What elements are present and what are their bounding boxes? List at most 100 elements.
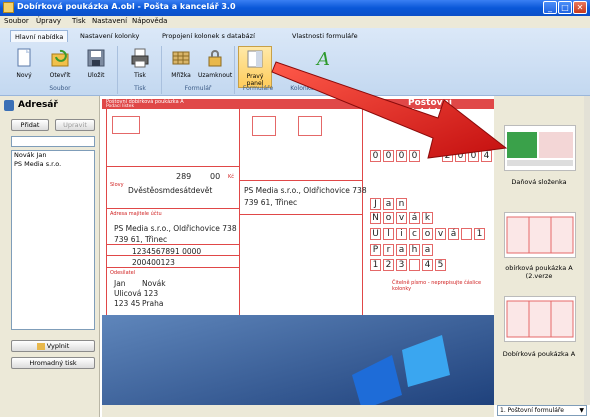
amount-value[interactable]: 289 xyxy=(176,172,191,181)
grid-cell[interactable] xyxy=(409,259,420,271)
variable-symbol[interactable]: 200400123 xyxy=(132,258,175,267)
minimize-button[interactable]: _ xyxy=(543,1,557,14)
lock-button[interactable]: Uzamknout xyxy=(198,46,232,88)
addressee-city[interactable]: 739 61, Třinec xyxy=(114,235,167,244)
grid-cell[interactable]: k xyxy=(422,212,433,224)
edit-contact-button[interactable]: Upravit xyxy=(55,119,95,131)
amount-words[interactable]: Dvěstěosmdesátdevět xyxy=(128,186,212,195)
grid-cell[interactable]: v xyxy=(435,228,446,240)
svg-text:A: A xyxy=(315,49,330,68)
grid-cell[interactable]: 0 xyxy=(396,150,407,162)
ribbon-separator xyxy=(161,46,162,94)
grid-cell[interactable]: l xyxy=(383,228,394,240)
group-forms: Formuláře xyxy=(242,85,274,92)
amount-cents[interactable]: 00 xyxy=(210,172,220,181)
grid-cell[interactable]: 3 xyxy=(396,259,407,271)
grid-cell[interactable]: o xyxy=(383,212,394,224)
horizontal-scrollbar[interactable] xyxy=(102,405,494,417)
form-line xyxy=(106,208,239,209)
bulk-print-button[interactable]: Hromadný tisk xyxy=(11,357,95,369)
grid-cell[interactable]: 2 xyxy=(383,259,394,271)
grid-cell[interactable]: a xyxy=(422,244,433,256)
grid-cell[interactable]: á xyxy=(448,228,459,240)
form-category-select[interactable]: 1. Poštovní formuláře ▼ xyxy=(497,405,587,416)
kc-label: Kč xyxy=(228,174,235,180)
maximize-button[interactable]: □ xyxy=(558,1,572,14)
form-header-left-sub: Podací lístek xyxy=(106,104,135,109)
grid-cell[interactable]: v xyxy=(396,212,407,224)
grid-cell[interactable]: o xyxy=(422,228,433,240)
grid-cell[interactable]: r xyxy=(383,244,394,256)
grid-cell[interactable]: 0 xyxy=(370,150,381,162)
sender-street[interactable]: Ulicová 123 xyxy=(114,289,158,298)
group-field: Kolonka xyxy=(290,85,314,92)
new-button[interactable]: Nový xyxy=(7,46,41,88)
middle-city[interactable]: 739 61, Třinec xyxy=(244,198,297,207)
grid-cell[interactable]: 5 xyxy=(435,259,446,271)
text-field-button[interactable]: A xyxy=(306,46,340,88)
print-button[interactable]: Tisk xyxy=(123,46,157,88)
form-thumbnail[interactable] xyxy=(504,125,576,171)
ribbon-separator xyxy=(117,46,118,94)
form-thumbnail[interactable] xyxy=(504,296,576,342)
grid-cell[interactable]: N xyxy=(370,212,381,224)
grid-cell[interactable]: a xyxy=(383,198,394,210)
tab-form-properties[interactable]: Vlastnosti formuláře xyxy=(288,30,362,42)
grid-cell[interactable]: h xyxy=(409,244,420,256)
open-button[interactable]: Otevřít xyxy=(43,46,77,88)
grid-cell[interactable] xyxy=(461,228,472,240)
grid-cell[interactable]: 2 xyxy=(442,150,453,162)
open-icon xyxy=(50,48,70,68)
fill-button[interactable]: Vyplnit xyxy=(11,340,95,352)
sender-city[interactable]: Praha xyxy=(142,299,163,308)
grid-cell[interactable]: J xyxy=(370,198,381,210)
new-label: Nový xyxy=(16,72,32,79)
tab-main[interactable]: Hlavní nabídka xyxy=(10,30,69,42)
menu-settings[interactable]: Nastavení xyxy=(92,17,127,25)
tab-field-settings[interactable]: Nastavení kolonky xyxy=(76,30,143,42)
sender-zip[interactable]: 123 45 xyxy=(114,299,140,308)
list-item[interactable]: Novák Jan xyxy=(12,151,94,160)
grid-cell[interactable]: 0 xyxy=(455,150,466,162)
menu-file[interactable]: Soubor xyxy=(4,17,29,25)
save-button[interactable]: Uložit xyxy=(79,46,113,88)
menu-edit[interactable]: Úpravy xyxy=(36,17,61,25)
lock-icon xyxy=(205,48,225,68)
form-line xyxy=(106,166,239,167)
close-button[interactable]: ✕ xyxy=(573,1,587,14)
postal-form[interactable]: Poštovní dobírková poukázka A Podací lís… xyxy=(102,96,494,315)
grid-cell[interactable]: 1 xyxy=(474,228,485,240)
vertical-scrollbar[interactable] xyxy=(584,96,590,405)
group-file: Soubor xyxy=(49,85,71,92)
grid-cell[interactable]: á xyxy=(409,212,420,224)
grid-cell[interactable]: i xyxy=(396,228,407,240)
right-panel-button[interactable]: Pravý panel xyxy=(238,46,272,88)
menu-print[interactable]: Tisk xyxy=(72,17,86,25)
grid-cell[interactable]: 0 xyxy=(409,150,420,162)
middle-company[interactable]: PS Media s.r.o., Oldřichovice 738 xyxy=(244,186,367,195)
grid-cell[interactable]: 4 xyxy=(481,150,492,162)
grid-cell[interactable]: n xyxy=(396,198,407,210)
grid-cell[interactable]: U xyxy=(370,228,381,240)
sender-last-name[interactable]: Novák xyxy=(142,279,166,288)
grid-button[interactable]: Mřížka xyxy=(164,46,198,88)
grid-cell[interactable]: 1 xyxy=(370,259,381,271)
contact-list[interactable]: Novák Jan PS Media s.r.o. xyxy=(11,150,95,330)
form-thumbnail[interactable] xyxy=(504,212,576,258)
contact-search-input[interactable] xyxy=(11,136,95,147)
add-contact-button[interactable]: Přidat xyxy=(11,119,49,131)
addressee-label: Adresa majitele účtu xyxy=(110,211,162,217)
grid-cell[interactable]: c xyxy=(409,228,420,240)
form-line xyxy=(106,267,239,268)
list-item[interactable]: PS Media s.r.o. xyxy=(12,160,94,169)
grid-cell[interactable]: 4 xyxy=(422,259,433,271)
sender-first-name[interactable]: Jan xyxy=(114,279,126,288)
menu-help[interactable]: Nápověda xyxy=(132,17,167,25)
grid-cell[interactable]: 0 xyxy=(468,150,479,162)
addressee-company[interactable]: PS Media s.r.o., Oldřichovice 738 xyxy=(114,224,237,233)
form-line xyxy=(239,214,362,215)
grid-cell[interactable]: P xyxy=(370,244,381,256)
tab-database-link[interactable]: Propojení kolonek s databází xyxy=(158,30,259,42)
grid-cell[interactable]: a xyxy=(396,244,407,256)
grid-cell[interactable]: 0 xyxy=(383,150,394,162)
